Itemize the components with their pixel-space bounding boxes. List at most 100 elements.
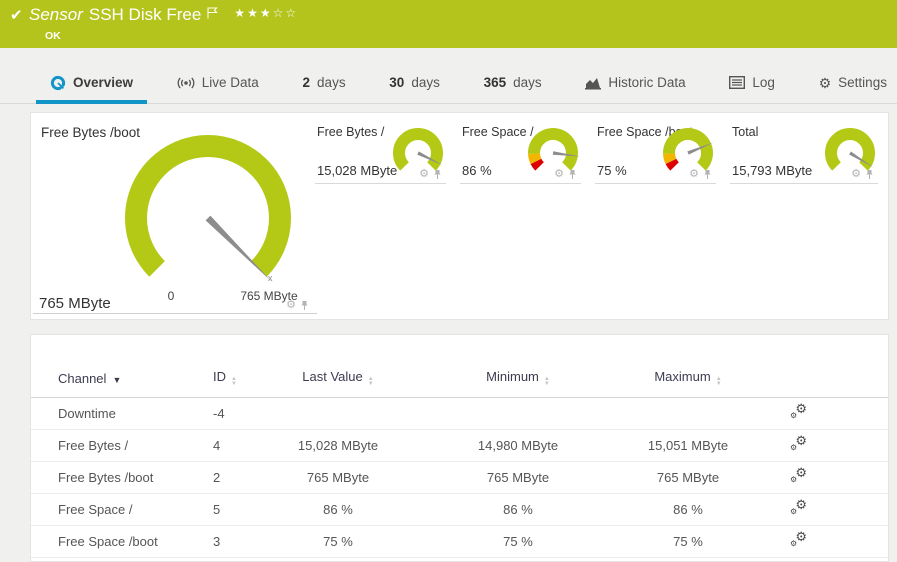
tab-live-data[interactable]: Live Data <box>177 62 259 103</box>
gauge-value: 15,028 MByte <box>317 163 398 178</box>
divider <box>315 183 446 184</box>
channel-last-value: 15,793 MByte <box>273 557 403 562</box>
table-row: Downtime -4 ⚙ ⚙ <box>31 397 888 430</box>
gauge-actions: ⚙ <box>689 169 712 180</box>
channel-id: 4 <box>213 429 273 462</box>
channel-settings-icon[interactable]: ⚙ ⚙ <box>790 530 807 548</box>
channel-name[interactable]: Free Bytes /boot <box>31 461 213 494</box>
channel-name[interactable]: Free Space / <box>31 493 213 526</box>
star-icon[interactable]: ★ <box>260 6 273 20</box>
divider <box>33 313 317 314</box>
channel-id: 2 <box>213 461 273 494</box>
tab-overview[interactable]: Overview <box>35 62 148 104</box>
column-header-last-value[interactable]: Last Value ▲ ▼ <box>273 363 403 398</box>
table-header-row: Channel ▼ ID ▲ ▼ Last Value ▲ ▼ Minimum ▲ ▼ Maximum… <box>31 363 888 398</box>
gauge-value: 75 % <box>597 163 627 178</box>
channel-name[interactable]: Free Bytes / <box>31 429 213 462</box>
tab-label: days <box>513 75 542 90</box>
flag-icon[interactable] <box>207 6 219 24</box>
table-row: Total -1 15,793 MByte < 0.01 MByte 15,81… <box>31 557 888 562</box>
log-icon <box>729 76 746 89</box>
tab-label: Log <box>752 75 775 90</box>
sort-icon: ▲ ▼ <box>543 376 550 387</box>
channel-name[interactable]: Total <box>31 557 213 562</box>
table-row: Free Bytes / 4 15,028 MByte 14,980 MByte… <box>31 429 888 462</box>
priority-stars[interactable]: ★★★☆☆ <box>234 6 298 20</box>
tab-30-days[interactable]: 30 days <box>389 62 440 103</box>
channel-settings-icon[interactable]: ⚙ ⚙ <box>790 466 807 484</box>
gauge-card-free-space: Free Space / 86 % ⚙ <box>456 113 591 319</box>
channel-minimum: 75 % <box>403 525 633 558</box>
channel-maximum: 86 % <box>633 493 743 526</box>
tab-log[interactable]: Log <box>729 62 775 103</box>
gauge-actions: ⚙ <box>419 169 442 180</box>
divider <box>460 183 581 184</box>
tab-label: days <box>411 75 440 90</box>
sensor-title: SSH Disk Free <box>88 5 202 24</box>
divider <box>595 183 716 184</box>
gauge-scale-min: 0 <box>167 289 175 303</box>
table-row: Free Space /boot 3 75 % 75 % 75 % ⚙ ⚙ <box>31 525 888 558</box>
column-header-maximum[interactable]: Maximum ▲ ▼ <box>633 363 743 398</box>
tab-historic-data[interactable]: Historic Data <box>585 62 686 103</box>
channel-last-value: 765 MByte <box>273 461 403 494</box>
pin-icon[interactable] <box>300 300 309 311</box>
pin-icon[interactable] <box>865 169 874 180</box>
gear-icon[interactable]: ⚙ <box>689 169 699 180</box>
column-header-id[interactable]: ID ▲ ▼ <box>213 363 273 398</box>
gauge-card-total: Total 15,793 MByte ⚙ <box>726 113 888 319</box>
sensor-status-text: OK <box>45 30 61 42</box>
tab-label: Overview <box>73 75 134 90</box>
sensor-kind-label: Sensor <box>29 5 83 24</box>
prtg-sensor-page: ✔ Sensor SSH Disk Free ★★★☆☆ OK Overview… <box>0 0 897 562</box>
channel-id: -1 <box>213 557 273 562</box>
divider <box>730 183 878 184</box>
tab-settings[interactable]: ⚙ Settings <box>819 62 887 103</box>
gauge-actions: ⚙ <box>851 169 874 180</box>
channel-settings-icon[interactable]: ⚙ ⚙ <box>790 402 807 420</box>
channel-name[interactable]: Free Space /boot <box>31 525 213 558</box>
channel-maximum: 15,051 MByte <box>633 429 743 462</box>
sort-icon: ▲ ▼ <box>367 376 374 387</box>
star-icon[interactable]: ☆ <box>285 6 298 20</box>
channel-minimum <box>403 397 633 430</box>
gauge-card-free-bytes: Free Bytes / 15,028 MByte ⚙ <box>311 113 456 319</box>
tab-label: Settings <box>838 75 887 90</box>
channel-minimum: < 0.01 MByte <box>403 557 633 562</box>
gauge-value: 15,793 MByte <box>732 163 813 178</box>
channel-id: -4 <box>213 397 273 430</box>
gear-icon[interactable]: ⚙ <box>554 169 564 180</box>
gear-icon[interactable]: ⚙ <box>419 169 429 180</box>
gear-icon[interactable]: ⚙ <box>286 300 296 311</box>
pin-icon[interactable] <box>568 169 577 180</box>
gear-icon[interactable]: ⚙ <box>851 169 861 180</box>
channel-name[interactable]: Downtime <box>31 397 213 430</box>
live-icon <box>177 76 195 90</box>
column-header-channel[interactable]: Channel ▼ <box>31 363 213 398</box>
gauge-title: Total <box>732 125 759 139</box>
tab-bar: Overview Live Data 2 days 30 days 365 days Histo… <box>0 62 897 104</box>
channel-settings-icon[interactable]: ⚙ ⚙ <box>790 434 807 452</box>
channel-minimum: 14,980 MByte <box>403 429 633 462</box>
pin-icon[interactable] <box>703 169 712 180</box>
pin-icon[interactable] <box>433 169 442 180</box>
channel-maximum: 15,816 MByte <box>633 557 743 562</box>
tab-365-days[interactable]: 365 days <box>484 62 542 103</box>
channel-maximum: 765 MByte <box>633 461 743 494</box>
column-header-minimum[interactable]: Minimum ▲ ▼ <box>403 363 633 398</box>
tab-2-days[interactable]: 2 days <box>303 62 346 103</box>
tab-label: Live Data <box>201 75 259 90</box>
channel-maximum: 75 % <box>633 525 743 558</box>
channel-last-value <box>273 397 403 430</box>
channels-panel: Channel ▼ ID ▲ ▼ Last Value ▲ ▼ Minimum ▲ ▼ Maximum… <box>30 334 889 562</box>
star-icon[interactable]: ★ <box>247 6 260 20</box>
sort-icon: ▲ ▼ <box>231 376 237 387</box>
tab-number: 2 <box>302 75 311 90</box>
star-icon[interactable]: ☆ <box>273 6 286 20</box>
gauge-value: 86 % <box>462 163 492 178</box>
channel-id: 5 <box>213 493 273 526</box>
table-row: Free Space / 5 86 % 86 % 86 % ⚙ ⚙ <box>31 493 888 526</box>
star-icon[interactable]: ★ <box>234 6 247 20</box>
channel-settings-icon[interactable]: ⚙ ⚙ <box>790 498 807 516</box>
gauge-actions: ⚙ <box>286 300 309 311</box>
